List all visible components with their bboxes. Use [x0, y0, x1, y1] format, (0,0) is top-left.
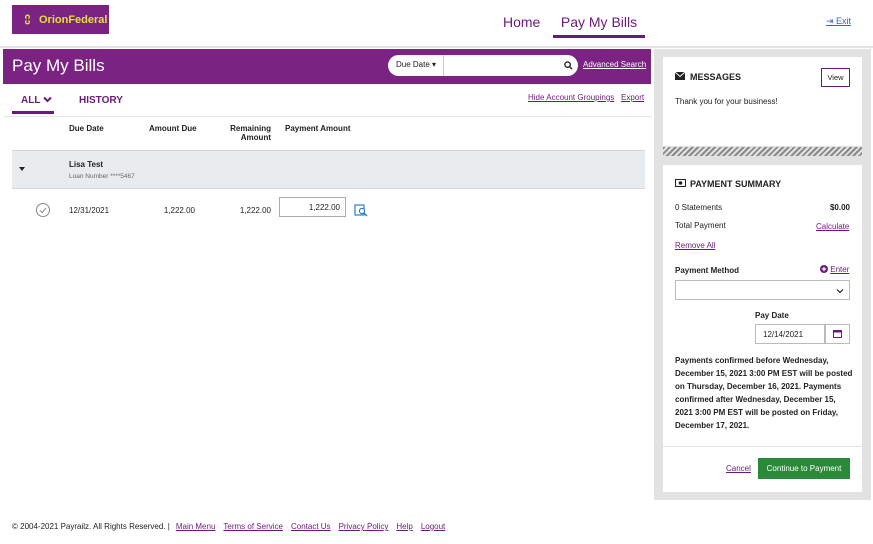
- exit-label: Exit: [836, 16, 852, 26]
- tabs-divider: [3, 116, 651, 117]
- copyright: © 2004-2021 Payrailz. All Rights Reserve…: [12, 522, 170, 531]
- messages-heading: MESSAGES: [674, 71, 742, 82]
- caret-down-icon: ▾: [432, 60, 437, 69]
- brand-logo[interactable]: OrionFederal: [12, 5, 109, 34]
- footer-link-terms[interactable]: Terms of Service: [223, 522, 283, 531]
- payment-summary-panel: PAYMENT SUMMARY 0 Statements $0.00 Total…: [663, 165, 862, 446]
- enter-payment-method[interactable]: Enter: [820, 265, 849, 274]
- continue-to-payment-button[interactable]: Continue to Payment: [758, 458, 850, 479]
- export-link[interactable]: Export: [621, 93, 644, 102]
- payment-method-select[interactable]: [675, 280, 850, 300]
- footer-link-help[interactable]: Help: [396, 522, 412, 531]
- tab-history[interactable]: HISTORY: [79, 95, 123, 106]
- footer-link-privacy[interactable]: Privacy Policy: [339, 522, 389, 531]
- search-input[interactable]: [444, 56, 559, 75]
- chevron-down-icon: [43, 95, 52, 106]
- pay-date-input[interactable]: 12/14/2021: [755, 324, 825, 344]
- page-title: Pay My Bills: [12, 56, 105, 75]
- tab-all-label: ALL: [21, 95, 41, 106]
- cancel-link[interactable]: Cancel: [726, 464, 751, 473]
- calculate-link[interactable]: Calculate: [816, 222, 849, 231]
- calendar-icon: [833, 329, 842, 340]
- hide-account-groupings-link[interactable]: Hide Account Groupings: [528, 93, 614, 102]
- payment-actions: Cancel Continue to Payment: [663, 447, 862, 492]
- enter-link[interactable]: Enter: [830, 265, 849, 274]
- exit-icon: ⇥: [826, 16, 837, 26]
- col-header-remaining[interactable]: Remaining Amount: [230, 124, 271, 142]
- account-holder-name: Lisa Test: [69, 160, 104, 169]
- statements-total: $0.00: [829, 203, 850, 212]
- header-divider: [0, 46, 873, 48]
- col-header-amount-due[interactable]: Amount Due: [149, 124, 197, 133]
- caret-down-icon[interactable]: [19, 167, 25, 171]
- statements-count: 0 Statements: [675, 203, 723, 212]
- messages-panel: MESSAGES View Thank you for your busines…: [663, 57, 862, 146]
- col-header-due-date[interactable]: Due Date: [69, 124, 104, 133]
- payment-method-label: Payment Method: [675, 266, 740, 275]
- messages-title: MESSAGES: [690, 72, 742, 82]
- loan-number: Loan Number ****5467: [69, 173, 135, 180]
- exit-link[interactable]: ⇥ Exit: [826, 16, 851, 27]
- row-due-date: 12/31/2021: [69, 206, 110, 215]
- tab-all[interactable]: ALL: [12, 94, 54, 114]
- footer-link-main-menu[interactable]: Main Menu: [176, 522, 216, 531]
- orion-logo-icon: [22, 14, 33, 25]
- col-header-remaining-line1: Remaining: [230, 124, 271, 133]
- footer: © 2004-2021 Payrailz. All Rights Reserve…: [12, 522, 453, 531]
- plus-circle-icon: [820, 265, 828, 274]
- account-group-row[interactable]: Lisa Test Loan Number ****5467: [12, 150, 645, 189]
- search-filter-dropdown[interactable]: Due Date ▾: [388, 55, 445, 76]
- nav-pay-my-bills[interactable]: Pay My Bills: [553, 6, 645, 38]
- row-select-checkbox[interactable]: [36, 203, 50, 217]
- row-amount-due: 1,222.00: [163, 206, 195, 215]
- col-header-remaining-line2: Amount: [240, 133, 271, 142]
- footer-link-contact[interactable]: Contact Us: [291, 522, 331, 531]
- total-payment-label: Total Payment: [675, 221, 726, 230]
- pay-date-label: Pay Date: [755, 311, 789, 320]
- payment-amount-input[interactable]: [279, 197, 346, 217]
- nav-home[interactable]: Home: [503, 14, 540, 30]
- money-icon: [675, 179, 690, 189]
- search-icon[interactable]: [558, 55, 578, 76]
- row-remaining-amount: 1,222.00: [239, 206, 271, 215]
- search-bar: Due Date ▾: [388, 55, 578, 76]
- posting-notice: Payments confirmed before Wednesday, Dec…: [675, 356, 853, 430]
- remove-all-link[interactable]: Remove All: [675, 241, 715, 250]
- messages-view-button[interactable]: View: [821, 68, 850, 87]
- panel-divider-hatch: [663, 147, 862, 156]
- calendar-button[interactable]: [825, 324, 850, 344]
- messages-body: Thank you for your business!: [675, 97, 778, 106]
- search-filter-label: Due Date: [396, 60, 430, 69]
- brand-name: OrionFederal: [39, 13, 108, 26]
- title-bar: Pay My Bills Due Date ▾ Advanced Search: [3, 49, 651, 84]
- envelope-icon: [674, 71, 690, 82]
- chevron-down-icon: [836, 286, 844, 296]
- footer-link-logout[interactable]: Logout: [421, 522, 445, 531]
- payment-summary-title: PAYMENT SUMMARY: [690, 179, 782, 189]
- payment-summary-heading: PAYMENT SUMMARY: [675, 179, 781, 189]
- calculator-search-icon[interactable]: [354, 204, 368, 217]
- advanced-search-link[interactable]: Advanced Search: [583, 60, 646, 69]
- col-header-payment-amount[interactable]: Payment Amount: [285, 124, 351, 133]
- check-icon: [39, 207, 47, 214]
